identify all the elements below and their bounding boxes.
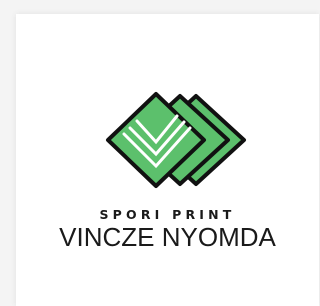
stacked-green-diamond-book-icon: [106, 92, 246, 188]
logo-tagline: SPORI PRINT: [99, 207, 236, 222]
logo-card: SPORI PRINT VINCZE NYOMDA: [16, 14, 319, 306]
logo-wordmark: VINCZE NYOMDA: [59, 222, 276, 252]
